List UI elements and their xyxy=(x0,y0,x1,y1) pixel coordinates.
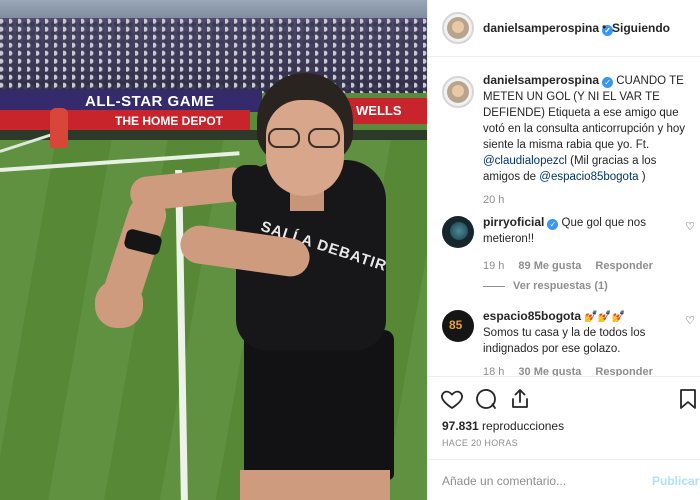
post-video[interactable]: ALL-STAR GAME THE HOME DEPOT WELLS SALÍ … xyxy=(0,0,427,500)
comment-username[interactable]: pirryoficial xyxy=(483,215,544,229)
shorts xyxy=(244,330,394,480)
caption-text: danielsamperospina ✓ CUANDO TE METEN UN G… xyxy=(483,72,693,185)
view-replies-button[interactable]: Ver respuestas (1) xyxy=(483,280,608,292)
header-username[interactable]: danielsamperospina ✓ xyxy=(483,21,614,36)
nail-polish-emoji: 💅💅💅 xyxy=(581,311,626,323)
face xyxy=(266,100,344,196)
comment-meta: 18 h 30 Me gusta Responder xyxy=(483,366,667,376)
views-count[interactable]: 97.831 reproducciones xyxy=(442,419,564,433)
caption-time[interactable]: 20 h xyxy=(483,194,504,206)
comments-list[interactable]: danielsamperospina ✓ CUANDO TE METEN UN G… xyxy=(428,58,700,376)
woman-pointing-at-watch: SALÍ A DEBATIR xyxy=(0,0,427,500)
comment-time[interactable]: 19 h xyxy=(483,260,504,272)
separator-dot: • xyxy=(602,20,607,34)
share-icon[interactable] xyxy=(508,387,532,411)
views-label: reproducciones xyxy=(478,419,565,433)
bookmark-icon[interactable] xyxy=(676,387,700,411)
comment-text: pirryoficial ✓ Que gol que nos metieron!! xyxy=(483,214,673,247)
reply-button[interactable]: Responder xyxy=(595,260,652,272)
post-actions: 97.831 reproducciones HACE 20 HORAS Publ… xyxy=(428,376,700,500)
glasses xyxy=(268,128,342,148)
comment-icon[interactable] xyxy=(474,387,498,411)
following-button[interactable]: Siguiendo xyxy=(612,21,670,35)
avatar[interactable] xyxy=(442,12,474,44)
comment-text: espacio85bogota 💅💅💅 Somos tu casa y la de… xyxy=(483,308,673,357)
legs xyxy=(240,470,390,500)
header-username-text[interactable]: danielsamperospina xyxy=(483,21,599,35)
caption-avatar[interactable] xyxy=(442,76,474,108)
verified-badge-icon: ✓ xyxy=(547,219,559,230)
heart-icon[interactable] xyxy=(440,387,464,411)
comment-meta: 19 h 89 Me gusta Responder xyxy=(483,260,667,272)
add-comment-bar: Publicar xyxy=(428,459,700,500)
publish-button[interactable]: Publicar xyxy=(652,474,699,488)
like-comment-heart-icon[interactable]: ♡ xyxy=(685,220,695,233)
post-timestamp[interactable]: HACE 20 HORAS xyxy=(442,438,518,448)
commenter-avatar[interactable] xyxy=(442,310,474,342)
sleeve xyxy=(232,165,268,207)
left-hand xyxy=(95,280,143,328)
comment-username[interactable]: espacio85bogota xyxy=(483,309,581,323)
reply-button[interactable]: Responder xyxy=(595,366,652,376)
comment-input[interactable] xyxy=(442,472,642,490)
views-number[interactable]: 97.831 xyxy=(442,419,479,433)
comment-body: Somos tu casa y la de todos los indignad… xyxy=(483,327,646,355)
verified-badge-icon: ✓ xyxy=(602,77,614,88)
caption-username[interactable]: danielsamperospina xyxy=(483,73,599,87)
like-comment-heart-icon[interactable]: ♡ xyxy=(685,314,695,327)
comment-likes[interactable]: 89 Me gusta xyxy=(518,260,581,272)
mention-claudialopezcl[interactable]: @claudialopezcl xyxy=(483,155,567,167)
comment-likes[interactable]: 30 Me gusta xyxy=(518,366,581,376)
mention-espacio85bogota[interactable]: @espacio85bogota xyxy=(539,171,638,183)
post-sidebar: danielsamperospina ✓ • Siguiendo danielsa… xyxy=(427,0,700,500)
comment-time[interactable]: 18 h xyxy=(483,366,504,376)
post-header: danielsamperospina ✓ • Siguiendo xyxy=(428,0,700,57)
caption-body-end: ) xyxy=(638,171,646,183)
commenter-avatar[interactable] xyxy=(442,216,474,248)
